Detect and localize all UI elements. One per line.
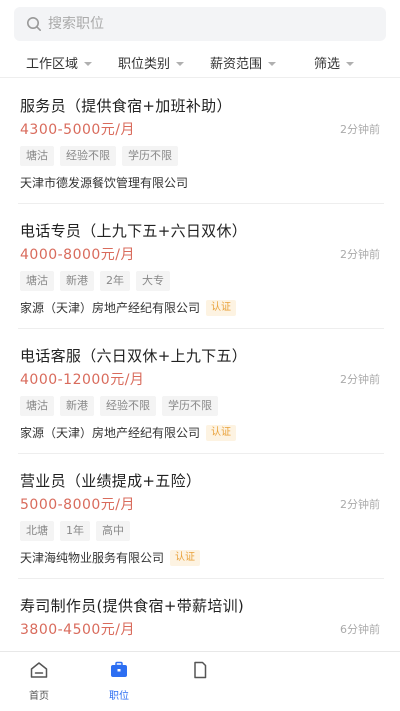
job-tag: 北塘 bbox=[20, 521, 54, 541]
job-post-time: 2分钟前 bbox=[340, 248, 380, 261]
job-title: 电话专员（上九下五+六日双休） bbox=[20, 222, 248, 240]
job-salary: 4300-5000元/月 bbox=[20, 122, 136, 138]
search-icon bbox=[26, 16, 42, 32]
job-post-time: 2分钟前 bbox=[340, 123, 380, 136]
job-tags: 塘沽 新港 2年 大专 bbox=[20, 271, 170, 291]
company-row: 天津市德发源餐饮管理有限公司 bbox=[20, 174, 188, 191]
job-salary: 4000-12000元/月 bbox=[20, 372, 145, 388]
filter-label: 职位类别 bbox=[118, 57, 171, 72]
company-row: 天津海纯物业服务有限公司 认证 bbox=[20, 549, 201, 566]
job-title: 寿司制作员(提供食宿+带薪培训) bbox=[20, 597, 245, 615]
job-salary: 5000-8000元/月 bbox=[20, 497, 136, 513]
job-tag: 塘沽 bbox=[20, 396, 54, 416]
tab-jobs[interactable]: 职位 bbox=[89, 652, 149, 711]
job-tag: 新港 bbox=[60, 396, 94, 416]
job-tags: 北塘 1年 高中 bbox=[20, 521, 130, 541]
job-card[interactable]: 寿司制作员(提供食宿+带薪培训) 3800-4500元/月 6分钟前 bbox=[18, 579, 384, 651]
job-post-time: 6分钟前 bbox=[340, 623, 380, 636]
tab-home[interactable]: 首页 bbox=[9, 652, 69, 711]
company-name: 天津海纯物业服务有限公司 bbox=[20, 551, 165, 565]
verified-badge: 认证 bbox=[206, 299, 237, 316]
filter-work-area[interactable]: 工作区域 bbox=[26, 53, 93, 72]
job-tag: 塘沽 bbox=[20, 146, 54, 166]
filter-salary-range[interactable]: 薪资范围 bbox=[210, 53, 277, 72]
company-name: 家源（天津）房地产经纪有限公司 bbox=[20, 426, 201, 440]
job-tag: 2年 bbox=[100, 271, 130, 291]
chevron-down-icon bbox=[84, 61, 93, 66]
chevron-down-icon bbox=[176, 61, 185, 66]
filter-label: 工作区域 bbox=[26, 57, 79, 72]
job-salary: 3800-4500元/月 bbox=[20, 622, 136, 638]
company-row: 家源（天津）房地产经纪有限公司 认证 bbox=[20, 424, 237, 441]
chevron-down-icon bbox=[268, 61, 277, 66]
tab-label: 首页 bbox=[29, 691, 49, 702]
job-tags: 塘沽 新港 经验不限 学历不限 bbox=[20, 396, 218, 416]
job-tag: 大专 bbox=[136, 271, 170, 291]
job-tag: 1年 bbox=[60, 521, 90, 541]
tab-label: 职位 bbox=[109, 691, 129, 702]
job-post-time: 2分钟前 bbox=[340, 498, 380, 511]
job-title: 电话客服（六日双休+上九下五） bbox=[20, 347, 248, 365]
job-tag: 学历不限 bbox=[162, 396, 218, 416]
tab-third[interactable] bbox=[170, 652, 230, 711]
job-card[interactable]: 电话客服（六日双休+上九下五） 4000-12000元/月 2分钟前 塘沽 新港… bbox=[18, 329, 384, 454]
job-tag: 塘沽 bbox=[20, 271, 54, 291]
filter-bar: 工作区域 职位类别 薪资范围 筛选 bbox=[0, 48, 400, 78]
filter-more[interactable]: 筛选 bbox=[314, 53, 355, 72]
bottom-tab-bar: 首页 职位 bbox=[0, 651, 400, 711]
job-card[interactable]: 营业员（业绩提成+五险） 5000-8000元/月 2分钟前 北塘 1年 高中 … bbox=[18, 454, 384, 579]
job-card[interactable]: 电话专员（上九下五+六日双休） 4000-8000元/月 2分钟前 塘沽 新港 … bbox=[18, 204, 384, 329]
filter-label: 薪资范围 bbox=[210, 57, 263, 72]
chevron-down-icon bbox=[346, 61, 355, 66]
job-tags: 塘沽 经验不限 学历不限 bbox=[20, 146, 178, 166]
job-tag: 新港 bbox=[60, 271, 94, 291]
search-bar bbox=[0, 0, 400, 48]
company-row: 家源（天津）房地产经纪有限公司 认证 bbox=[20, 299, 237, 316]
job-tag: 高中 bbox=[96, 521, 130, 541]
search-box[interactable] bbox=[14, 7, 386, 41]
verified-badge: 认证 bbox=[206, 424, 237, 441]
job-salary: 4000-8000元/月 bbox=[20, 247, 136, 263]
document-icon bbox=[190, 660, 210, 684]
job-tag: 经验不限 bbox=[60, 146, 116, 166]
company-name: 家源（天津）房地产经纪有限公司 bbox=[20, 301, 201, 315]
verified-badge: 认证 bbox=[170, 549, 201, 566]
search-input[interactable] bbox=[48, 16, 348, 32]
filter-job-category[interactable]: 职位类别 bbox=[118, 53, 185, 72]
filter-label: 筛选 bbox=[314, 57, 341, 72]
job-post-time: 2分钟前 bbox=[340, 373, 380, 386]
company-name: 天津市德发源餐饮管理有限公司 bbox=[20, 176, 189, 190]
job-title: 营业员（业绩提成+五险） bbox=[20, 472, 202, 490]
job-list: 服务员（提供食宿+加班补助） 4300-5000元/月 2分钟前 塘沽 经验不限… bbox=[0, 79, 400, 651]
briefcase-icon bbox=[109, 660, 129, 684]
job-card[interactable]: 服务员（提供食宿+加班补助） 4300-5000元/月 2分钟前 塘沽 经验不限… bbox=[18, 79, 384, 204]
job-tag: 经验不限 bbox=[100, 396, 156, 416]
job-title: 服务员（提供食宿+加班补助） bbox=[20, 97, 232, 115]
home-icon bbox=[29, 660, 49, 684]
job-tag: 学历不限 bbox=[122, 146, 178, 166]
